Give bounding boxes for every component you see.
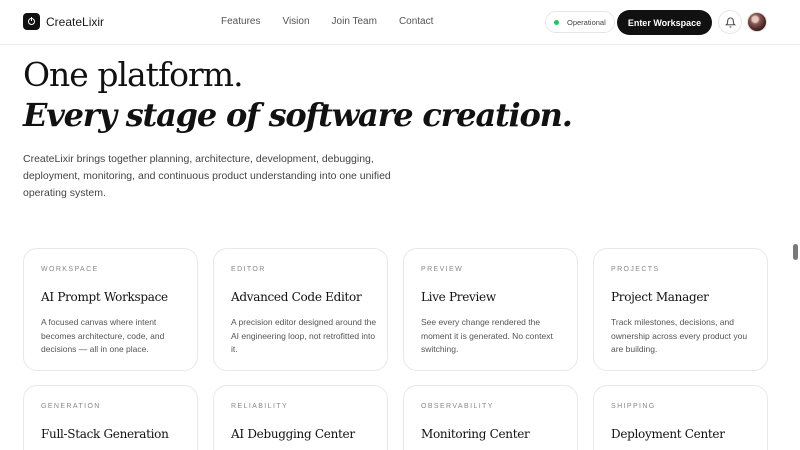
hero-description: CreateLixir brings together planning, ar… — [23, 153, 391, 199]
feature-card-editor[interactable]: EDITOR Advanced Code Editor A precision … — [213, 248, 388, 371]
card-title: AI Debugging Center — [231, 427, 355, 441]
card-category: OBSERVABILITY — [421, 403, 494, 410]
card-description: Track milestones, decisions, and ownersh… — [611, 317, 748, 354]
nav-link-vision[interactable]: Vision — [282, 16, 309, 27]
card-title: Live Preview — [421, 290, 496, 304]
card-title: Advanced Code Editor — [231, 290, 362, 304]
status-dot — [554, 19, 559, 25]
card-title: AI Prompt Workspace — [41, 290, 168, 304]
feature-card-observability[interactable]: OBSERVABILITY Monitoring Center — [403, 385, 578, 450]
feature-card-preview[interactable]: PREVIEW Live Preview See every change re… — [403, 248, 578, 371]
top-nav-bar: CreateLixir Features Vision Join Team Co… — [0, 0, 800, 45]
feature-card-shipping[interactable]: SHIPPING Deployment Center — [593, 385, 768, 450]
card-category: GENERATION — [41, 403, 101, 410]
card-category: EDITOR — [231, 266, 266, 273]
card-category: RELIABILITY — [231, 403, 289, 410]
bell-icon — [725, 17, 736, 28]
card-category: SHIPPING — [611, 403, 656, 410]
status-badge: Operational — [545, 11, 615, 33]
nav-link-join-team[interactable]: Join Team — [332, 16, 377, 27]
hero-title: One platform. — [23, 55, 244, 94]
card-title: Full-Stack Generation — [41, 427, 169, 441]
logo-icon — [23, 13, 40, 30]
card-title: Monitoring Center — [421, 427, 530, 441]
avatar[interactable] — [747, 12, 767, 32]
brand-name: CreateLixir — [46, 14, 105, 29]
scrollbar[interactable] — [792, 46, 800, 450]
scrollbar-thumb[interactable] — [793, 244, 798, 260]
card-description: See every change rendered the moment it … — [421, 317, 553, 354]
enter-workspace-button[interactable]: Enter Workspace — [617, 10, 712, 35]
feature-card-reliability[interactable]: RELIABILITY AI Debugging Center — [213, 385, 388, 450]
card-category: PREVIEW — [421, 266, 464, 273]
notifications-button[interactable] — [718, 10, 742, 34]
brand[interactable]: CreateLixir — [23, 13, 104, 30]
card-title: Deployment Center — [611, 427, 725, 441]
feature-card-workspace[interactable]: WORKSPACE AI Prompt Workspace A focused … — [23, 248, 198, 371]
nav-link-contact[interactable]: Contact — [399, 16, 433, 27]
card-category: WORKSPACE — [41, 266, 99, 273]
feature-card-generation[interactable]: GENERATION Full-Stack Generation — [23, 385, 198, 450]
main-nav: Features Vision Join Team Contact — [221, 16, 455, 27]
card-category: PROJECTS — [611, 266, 660, 273]
card-description: A focused canvas where intent becomes ar… — [41, 317, 165, 354]
status-label: Operational — [567, 17, 606, 27]
hero-subtitle: Every stage of software creation. — [23, 96, 573, 134]
nav-link-features[interactable]: Features — [221, 16, 260, 27]
card-description: A precision editor designed around the A… — [231, 317, 377, 354]
feature-card-projects[interactable]: PROJECTS Project Manager Track milestone… — [593, 248, 768, 371]
card-title: Project Manager — [611, 290, 709, 304]
